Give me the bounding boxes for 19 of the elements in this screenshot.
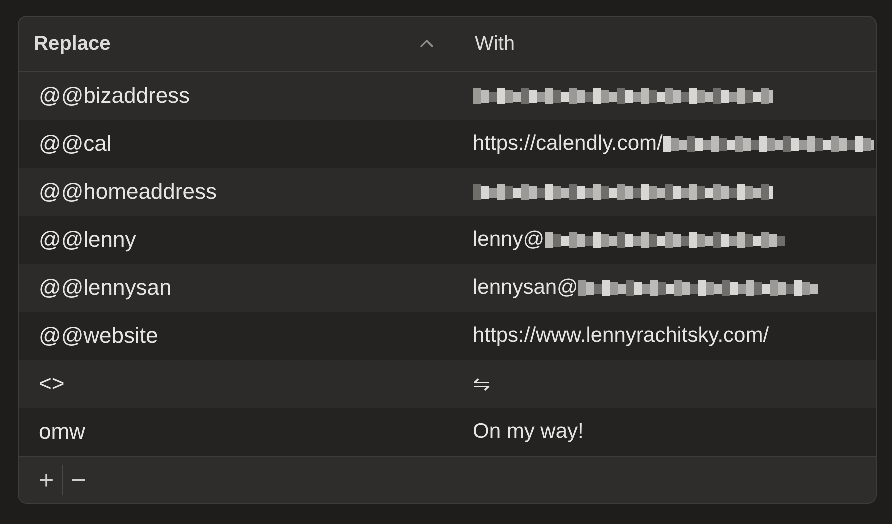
- table-cell-text: <>: [38, 371, 66, 397]
- table-cell-text: @@lennysan: [38, 275, 173, 301]
- table-cell: https://www.lennyrachitsky.com/: [473, 324, 770, 348]
- remove-button[interactable]: −: [63, 467, 94, 493]
- table-cell: lennysan@: [473, 276, 578, 300]
- table-cell-text: @@homeaddress: [38, 179, 218, 205]
- table-cell-text: @@lenny: [38, 227, 138, 253]
- table-cell: lenny@: [473, 228, 545, 252]
- column-header[interactable]: Replace: [34, 32, 111, 56]
- table-cell: On my way!: [473, 420, 584, 444]
- table-cell-text: @@website: [38, 323, 160, 349]
- sort-chevron-icon[interactable]: [419, 39, 435, 49]
- table-cell-text: @@bizaddress: [38, 83, 192, 109]
- table-cell-text: omw: [38, 419, 86, 445]
- table-cell: ⇋: [473, 372, 491, 396]
- column-header[interactable]: With: [475, 32, 515, 56]
- table-cell: https://calendly.com/: [473, 132, 663, 156]
- add-button[interactable]: +: [31, 467, 62, 493]
- table-cell-text: @@cal: [38, 131, 113, 157]
